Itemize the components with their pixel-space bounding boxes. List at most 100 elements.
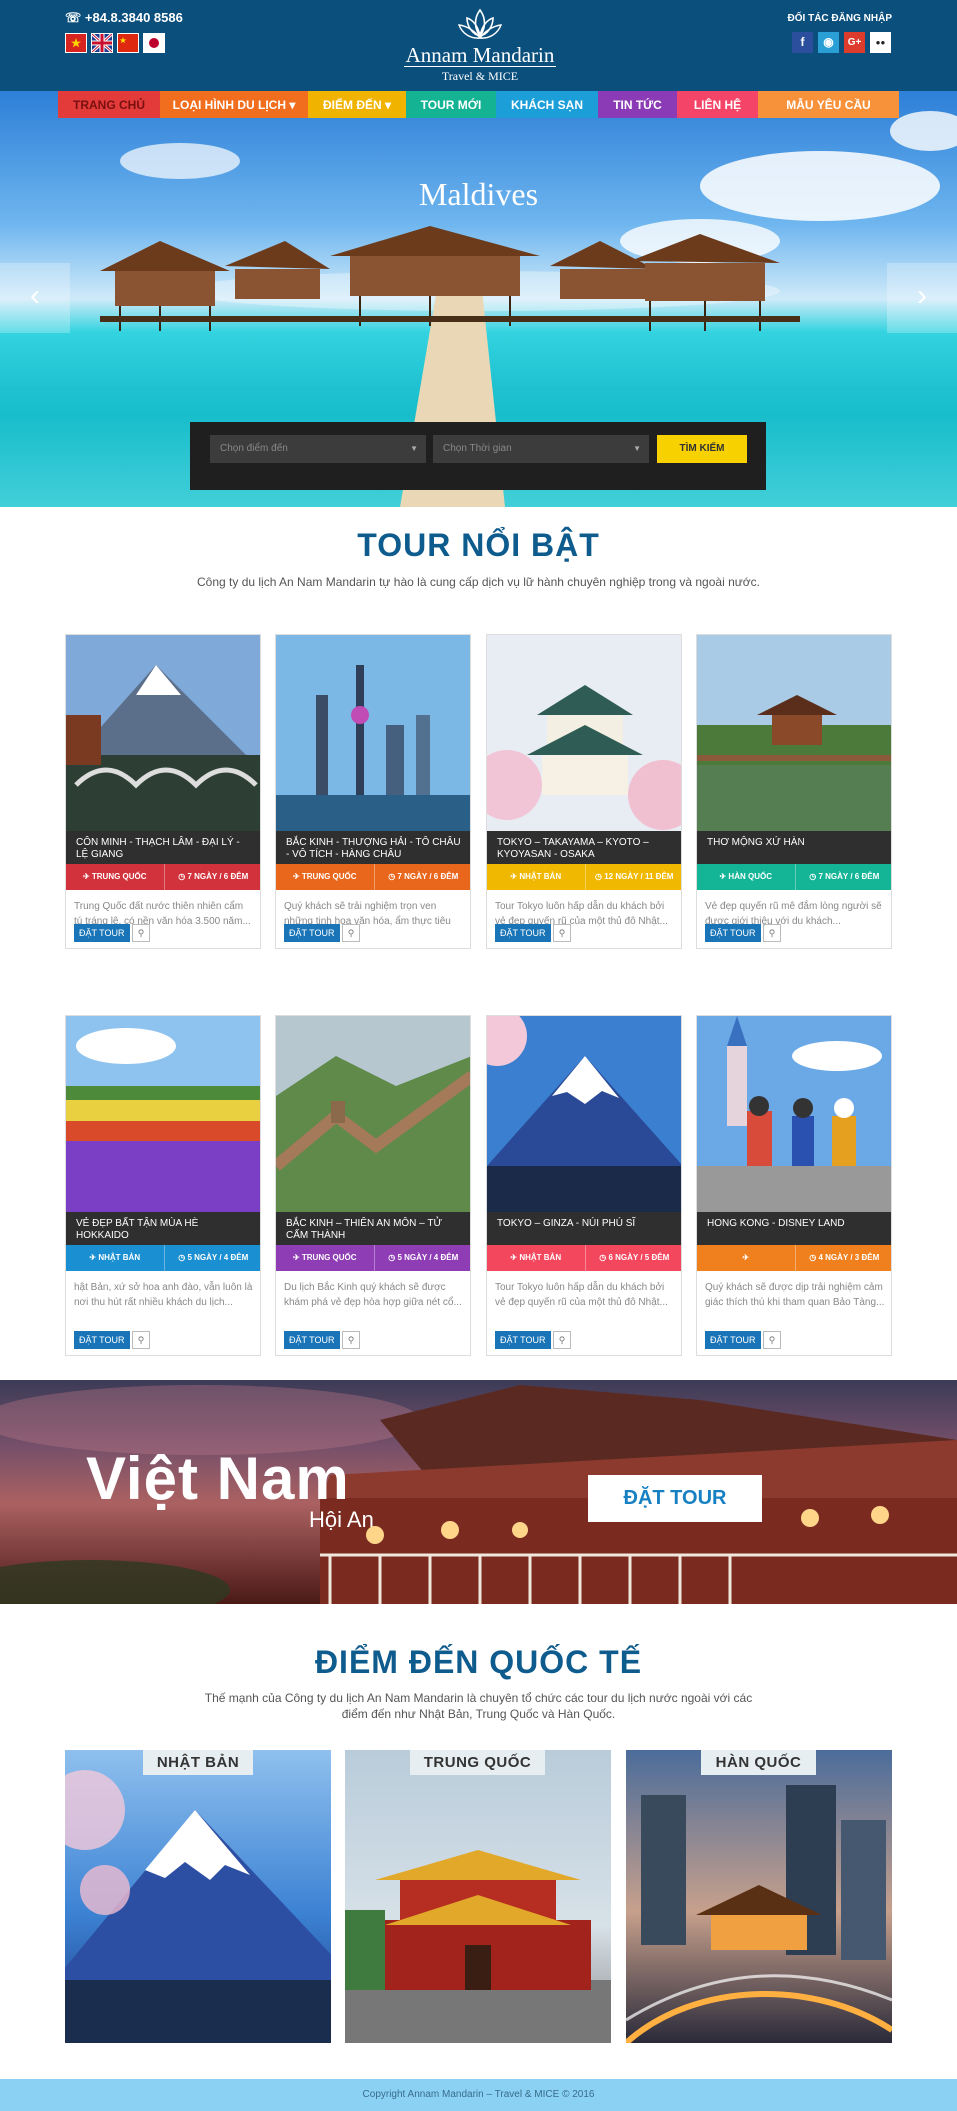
tour-duration-badge: ◷ 12 Ngày / 11 Đêm <box>584 864 681 890</box>
tour-card[interactable]: TOKYO – GINZA - NÚI PHÚ SĨ ✈ NHẬT BẢN ◷ 6 … <box>486 1015 682 1356</box>
nav-item-news[interactable]: TIN TỨC <box>598 91 677 118</box>
tour-duration-badge: ◷ 6 Ngày / 5 Đêm <box>584 1245 681 1271</box>
partner-login-link[interactable]: ĐỐI TÁC ĐĂNG NHẬP <box>788 13 892 24</box>
nav-item-new-tours[interactable]: TOUR MỚI <box>406 91 496 118</box>
tour-country-badge: ✈ NHẬT BẢN <box>487 1245 585 1271</box>
book-tour-button[interactable]: ĐẶT TOUR <box>74 1331 130 1349</box>
slider-prev-button[interactable]: ‹ <box>0 263 70 333</box>
japan-image <box>65 1770 331 2043</box>
instagram-icon[interactable]: ◉ <box>818 32 839 53</box>
nav-item-request-form[interactable]: MẪU YÊU CẦU <box>758 91 899 118</box>
korea-image <box>626 1785 892 2043</box>
facebook-icon[interactable]: f <box>792 32 813 53</box>
map-pin-icon[interactable]: ⚲ <box>342 1331 360 1349</box>
hero-slider: Maldives ‹ › Chọn điểm đến ▼ Chọn Thời g… <box>0 91 957 507</box>
tour-card[interactable]: CÔN MINH - THẠCH LÂM - ĐẠI LÝ - LỆ GIANG… <box>65 634 261 949</box>
destination-label: NHẬT BẢN <box>143 1750 253 1775</box>
tour-image[interactable] <box>697 635 892 831</box>
footer-copyright: Copyright Annam Mandarin – Travel & MICE… <box>0 2079 957 2111</box>
tour-image[interactable] <box>66 635 261 831</box>
brand-tagline: Travel & MICE <box>441 69 519 83</box>
flag-vietnam-icon[interactable] <box>65 33 87 53</box>
slider-next-button[interactable]: › <box>887 263 957 333</box>
destination-select[interactable]: Chọn điểm đến ▼ <box>210 435 426 463</box>
tour-duration-badge: ◷ 4 Ngày / 3 Đêm <box>794 1245 891 1271</box>
book-tour-button[interactable]: ĐẶT TOUR <box>284 924 340 942</box>
brand-name: Annam Mandarin <box>403 43 557 67</box>
tour-title[interactable]: THƠ MỘNG XỨ HÀN <box>697 831 891 864</box>
tour-title[interactable]: TOKYO – TAKAYAMA – KYOTO – KYOYASAN - OS… <box>487 831 681 864</box>
tour-title[interactable]: BẮC KINH – THIÊN AN MÔN – TỬ CẤM THÀNH <box>276 1212 470 1245</box>
book-tour-button[interactable]: ĐẶT TOUR <box>495 1331 551 1349</box>
banner-title: Việt Nam <box>86 1445 350 1512</box>
banner-subtitle: Hội An <box>309 1507 374 1532</box>
tour-country-badge: ✈ TRUNG QUỐC <box>66 864 164 890</box>
tour-title[interactable]: CÔN MINH - THẠCH LÂM - ĐẠI LÝ - LỆ GIANG <box>66 831 260 864</box>
google-plus-icon[interactable]: G+ <box>844 32 865 53</box>
map-pin-icon[interactable]: ⚲ <box>763 1331 781 1349</box>
flag-china-icon[interactable] <box>117 33 139 53</box>
tour-image[interactable] <box>66 1016 261 1212</box>
flag-uk-icon[interactable] <box>90 32 114 54</box>
book-tour-button[interactable]: ĐẶT TOUR <box>284 1331 340 1349</box>
tour-description: Tour Tokyo luôn hấp dẫn du khách bởi vẻ … <box>495 1282 668 1308</box>
tour-card[interactable]: BẮC KINH - THƯỢNG HẢI - TÔ CHÂU - VÔ TÍC… <box>275 634 471 949</box>
search-button[interactable]: TÌM KIẾM <box>657 435 747 463</box>
tour-meta: ✈ ◷ 4 Ngày / 3 Đêm <box>697 1245 891 1271</box>
tour-image[interactable] <box>276 635 471 831</box>
tour-meta: ✈ TRUNG QUỐC ◷ 7 Ngày / 6 Đêm <box>276 864 470 890</box>
map-pin-icon[interactable]: ⚲ <box>132 1331 150 1349</box>
tour-title[interactable]: BẮC KINH - THƯỢNG HẢI - TÔ CHÂU - VÔ TÍC… <box>276 831 470 864</box>
phone-number[interactable]: ☏ +84.8.3840 8586 <box>65 10 183 26</box>
book-tour-button[interactable]: ĐẶT TOUR <box>495 924 551 942</box>
time-select[interactable]: Chọn Thời gian ▼ <box>433 435 649 463</box>
tour-duration-badge: ◷ 5 Ngày / 4 Đêm <box>163 1245 260 1271</box>
tour-card[interactable]: HONG KONG - DISNEY LAND ✈ ◷ 4 Ngày / 3 Đêm… <box>696 1015 892 1356</box>
map-pin-icon[interactable]: ⚲ <box>763 924 781 942</box>
book-tour-button[interactable]: ĐẶT TOUR <box>705 1331 761 1349</box>
nav-item-destinations[interactable]: ĐIỂM ĐẾN ▾ <box>308 91 406 118</box>
destinations-section-description: Thế mạnh của Công ty du lịch An Nam Mand… <box>204 1691 753 1721</box>
destination-card-china[interactable]: TRUNG QUỐC <box>345 1750 611 2043</box>
tour-title[interactable]: TOKYO – GINZA - NÚI PHÚ SĨ <box>487 1212 681 1245</box>
nav-item-tour-types[interactable]: LOẠI HÌNH DU LỊCH ▾ <box>160 91 308 118</box>
map-pin-icon[interactable]: ⚲ <box>553 924 571 942</box>
tour-duration-badge: ◷ 7 Ngày / 6 Đêm <box>373 864 470 890</box>
tour-country-badge: ✈ NHẬT BẢN <box>487 864 585 890</box>
tour-meta: ✈ NHẬT BẢN ◷ 12 Ngày / 11 Đêm <box>487 864 681 890</box>
nav-item-contact[interactable]: LIÊN HỆ <box>677 91 758 118</box>
tour-title[interactable]: VẺ ĐẸP BẤT TẬN MÙA HÈ HOKKAIDO <box>66 1212 260 1245</box>
map-pin-icon[interactable]: ⚲ <box>553 1331 571 1349</box>
destination-label: TRUNG QUỐC <box>410 1750 545 1775</box>
tour-duration-badge: ◷ 7 Ngày / 6 Đêm <box>163 864 260 890</box>
book-tour-button[interactable]: ĐẶT TOUR <box>705 924 761 942</box>
tour-country-badge: ✈ HÀN QUỐC <box>697 864 795 890</box>
site-header: ☏ +84.8.3840 8586 Annam Mandarin Travel … <box>0 0 957 91</box>
tour-image[interactable] <box>487 635 682 831</box>
main-nav: TRANG CHỦ LOẠI HÌNH DU LỊCH ▾ ĐIỂM ĐẾN ▾… <box>58 91 899 118</box>
nav-item-home[interactable]: TRANG CHỦ <box>58 91 160 118</box>
china-image <box>345 1850 611 2043</box>
tour-image[interactable] <box>697 1016 892 1212</box>
tripadvisor-icon[interactable]: ●● <box>870 32 891 53</box>
nav-item-hotels[interactable]: KHÁCH SẠN <box>496 91 598 118</box>
destination-card-korea[interactable]: HÀN QUỐC <box>626 1750 892 2043</box>
book-tour-button[interactable]: ĐẶT TOUR <box>74 924 130 942</box>
tour-title[interactable]: HONG KONG - DISNEY LAND <box>697 1212 891 1245</box>
destination-card-japan[interactable]: NHẬT BẢN <box>65 1750 331 2043</box>
tour-card[interactable]: THƠ MỘNG XỨ HÀN ✈ HÀN QUỐC ◷ 7 Ngày / 6 Đê… <box>696 634 892 949</box>
map-pin-icon[interactable]: ⚲ <box>132 924 150 942</box>
tour-image[interactable] <box>276 1016 471 1212</box>
tour-card[interactable]: BẮC KINH – THIÊN AN MÔN – TỬ CẤM THÀNH ✈ … <box>275 1015 471 1356</box>
tour-image[interactable] <box>487 1016 682 1212</box>
brand-logo[interactable]: Annam Mandarin Travel & MICE <box>400 8 560 84</box>
flag-japan-icon[interactable] <box>143 33 165 53</box>
tour-card[interactable]: VẺ ĐẸP BẤT TẬN MÙA HÈ HOKKAIDO ✈ NHẬT BẢN… <box>65 1015 261 1356</box>
tour-card[interactable]: TOKYO – TAKAYAMA – KYOTO – KYOYASAN - OS… <box>486 634 682 949</box>
tour-country-badge: ✈ <box>697 1245 795 1271</box>
banner-book-button[interactable]: ĐẶT TOUR <box>588 1475 762 1522</box>
lotus-logo-icon <box>457 8 503 39</box>
tour-duration-badge: ◷ 5 Ngày / 4 Đêm <box>373 1245 470 1271</box>
tour-meta: ✈ TRUNG QUỐC ◷ 7 Ngày / 6 Đêm <box>66 864 260 890</box>
map-pin-icon[interactable]: ⚲ <box>342 924 360 942</box>
